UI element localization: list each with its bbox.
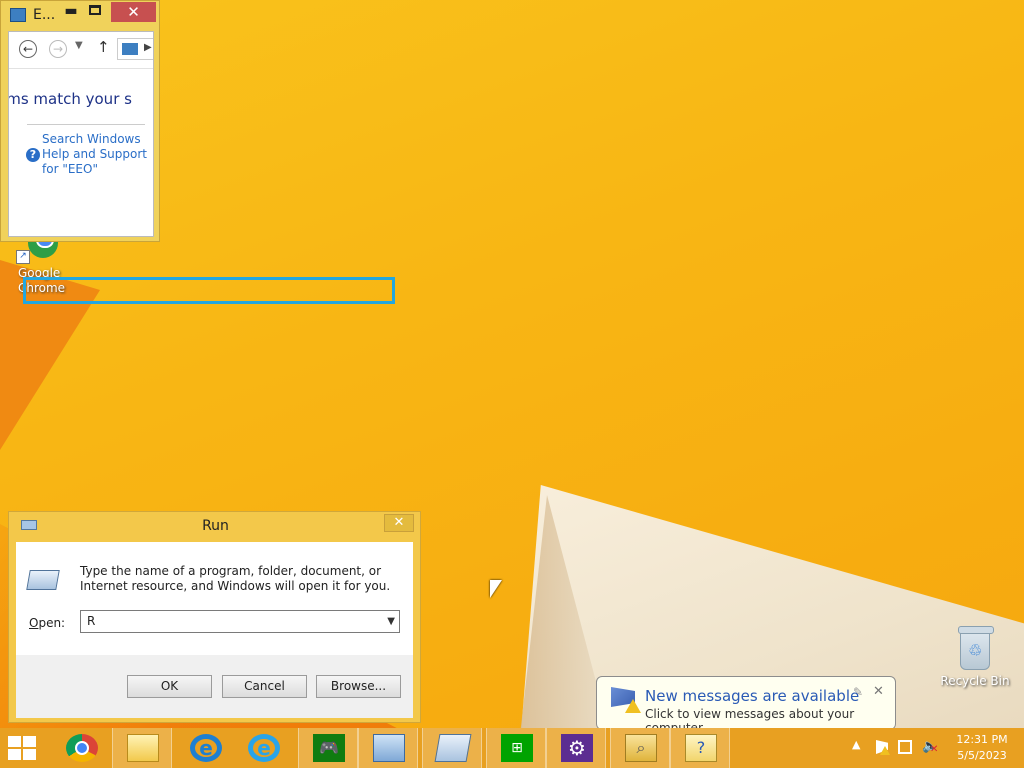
- taskbar-control-panel[interactable]: [358, 728, 418, 768]
- explorer-titlebar[interactable]: E... ▬ ✕: [1, 1, 159, 29]
- help-icon: ?: [685, 734, 717, 762]
- control-panel-icon: [122, 43, 138, 55]
- back-arrow-icon[interactable]: ←: [19, 40, 37, 58]
- recent-locations-chevron-icon[interactable]: ▼: [75, 40, 83, 51]
- minimize-button[interactable]: ▬: [63, 3, 79, 19]
- taskbar-search-results[interactable]: ⌕: [610, 728, 670, 768]
- open-combobox[interactable]: R ▼: [80, 610, 400, 633]
- open-label-text: pen:: [38, 616, 66, 630]
- help-icon: ?: [26, 148, 40, 162]
- chrome-icon: [66, 734, 98, 762]
- taskbar-run[interactable]: [422, 728, 482, 768]
- window-title: E...: [33, 7, 56, 23]
- search-help-link[interactable]: Search Windows Help and Support for "EEO…: [42, 132, 152, 177]
- settings-gear-icon: ⚙: [561, 734, 593, 762]
- chevron-down-icon[interactable]: ▼: [387, 611, 395, 632]
- notification-balloon[interactable]: New messages are available Click to view…: [596, 676, 896, 728]
- explorer-window: E... ▬ ✕ ← → ▼ ↑ ▶ ems match your s ? Se…: [0, 0, 160, 242]
- navigation-bar: ← → ▼ ↑ ▶: [9, 32, 153, 69]
- file-explorer-icon: [127, 734, 159, 762]
- browse-button[interactable]: Browse...: [316, 675, 401, 698]
- taskbar: e e 🎮 ⊞ ⚙ ⌕ ? ▲ 🔈 ✕ 12:31 PM 5/5/2023: [0, 728, 1024, 768]
- close-icon[interactable]: ✕: [873, 684, 884, 699]
- taskbar-internet-explorer[interactable]: e: [176, 728, 236, 768]
- warning-icon: [880, 746, 890, 755]
- taskbar-chrome[interactable]: [52, 728, 112, 768]
- options-icon[interactable]: ✎: [853, 685, 863, 699]
- internet-explorer-icon: e: [248, 734, 280, 762]
- dialog-title: Run: [202, 518, 229, 534]
- clock-time: 12:31 PM: [956, 733, 1008, 746]
- address-bar[interactable]: ▶: [117, 38, 153, 60]
- explorer-content: ← → ▼ ↑ ▶ ems match your s ? Search Wind…: [8, 31, 154, 237]
- warning-icon: [625, 699, 641, 713]
- cancel-button[interactable]: Cancel: [222, 675, 307, 698]
- network-icon[interactable]: [898, 740, 912, 754]
- store-icon: ⊞: [501, 734, 533, 762]
- xbox-games-icon: 🎮: [313, 734, 345, 762]
- taskbar-help[interactable]: ?: [670, 728, 730, 768]
- close-button[interactable]: ✕: [111, 2, 156, 22]
- chevron-right-icon: ▶: [144, 42, 152, 53]
- taskbar-xbox-games[interactable]: 🎮: [298, 728, 358, 768]
- taskbar-file-explorer[interactable]: [112, 728, 172, 768]
- recycle-bin-icon: [958, 626, 994, 670]
- open-input-value[interactable]: R: [87, 614, 95, 628]
- selection-highlight: [23, 277, 395, 304]
- run-description: Type the name of a program, folder, docu…: [80, 564, 391, 593]
- taskbar-internet-explorer-2[interactable]: e: [234, 728, 294, 768]
- notification-message: Click to view messages about your comput…: [645, 707, 855, 728]
- divider: [27, 124, 145, 125]
- shortcut-arrow-icon: ↗: [16, 250, 30, 264]
- run-dialog: Run ✕ Type the name of a program, folder…: [8, 511, 421, 723]
- start-button[interactable]: [8, 736, 38, 760]
- taskbar-store[interactable]: ⊞: [486, 728, 546, 768]
- close-button[interactable]: ✕: [384, 514, 414, 532]
- search-results-icon: ⌕: [625, 734, 657, 762]
- run-icon: [434, 734, 472, 762]
- open-label: Open:: [29, 616, 65, 630]
- mouse-cursor-icon: [490, 580, 502, 598]
- run-dialog-buttons: OK Cancel Browse...: [16, 655, 413, 718]
- windows-logo-icon: [23, 749, 36, 760]
- desktop-icon-recycle-bin[interactable]: Recycle Bin: [940, 626, 1010, 688]
- maximize-button[interactable]: [89, 5, 101, 15]
- show-hidden-icons-chevron-icon[interactable]: ▲: [852, 738, 860, 751]
- taskbar-settings[interactable]: ⚙: [546, 728, 606, 768]
- muted-icon: ✕: [930, 744, 939, 755]
- windows-logo-icon: [23, 736, 36, 747]
- desktop-icon-label: Recycle Bin: [940, 674, 1010, 688]
- run-icon: [26, 570, 60, 590]
- clock[interactable]: 12:31 PM 5/5/2023: [952, 732, 1012, 764]
- internet-explorer-icon: e: [190, 734, 222, 762]
- ok-button[interactable]: OK: [127, 675, 212, 698]
- clock-date: 5/5/2023: [957, 749, 1007, 762]
- no-results-message: ems match your s: [8, 90, 132, 108]
- run-dialog-content: Type the name of a program, folder, docu…: [16, 542, 413, 655]
- control-panel-icon: [10, 8, 26, 22]
- control-panel-icon: [373, 734, 405, 762]
- windows-logo-icon: [8, 749, 21, 760]
- notification-title: New messages are available: [645, 687, 860, 705]
- desktop: ↗ Google Chrome Recycle Bin E... ▬ ✕ ← →…: [0, 0, 1024, 728]
- up-arrow-icon[interactable]: ↑: [97, 38, 110, 56]
- windows-logo-icon: [8, 736, 21, 747]
- forward-arrow-icon[interactable]: →: [49, 40, 67, 58]
